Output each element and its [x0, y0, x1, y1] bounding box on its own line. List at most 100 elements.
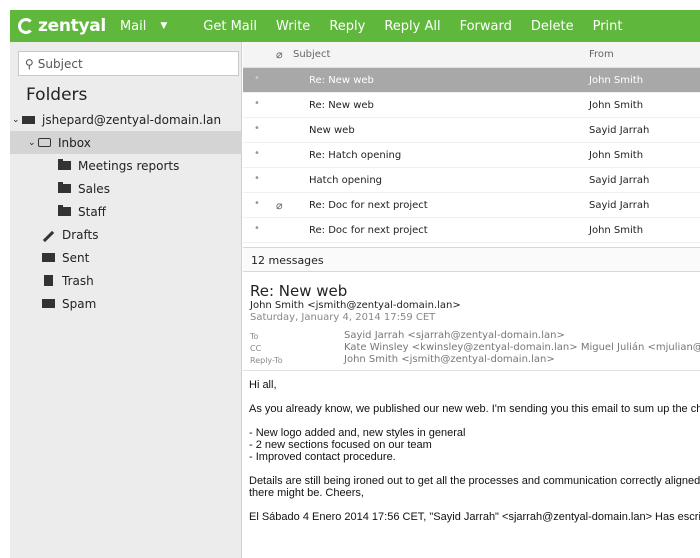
- preview-date: Saturday, January 4, 2014 17:59 CET: [250, 312, 436, 323]
- message-subject: Re: Doc for next project: [309, 200, 428, 211]
- subject-column-header[interactable]: Subject: [293, 49, 330, 60]
- cc-label: CC: [250, 344, 262, 353]
- get-mail-button[interactable]: Get Mail: [203, 19, 257, 34]
- spam-icon: [42, 299, 55, 308]
- preview-sender[interactable]: John Smith <jsmith@zentyal-domain.lan>: [250, 300, 461, 311]
- folder-label: Meetings reports: [78, 158, 180, 173]
- to-value[interactable]: Sayid Jarrah <sjarrah@zentyal-domain.lan…: [344, 330, 565, 341]
- message-from: John Smith: [589, 150, 644, 161]
- reply-all-button[interactable]: Reply All: [384, 19, 440, 34]
- app-name: Mail: [119, 18, 147, 34]
- search-input[interactable]: ⚲ Subject: [18, 51, 239, 76]
- forward-button[interactable]: Forward: [460, 19, 512, 34]
- message-subject: Re: Hatch opening: [309, 150, 402, 161]
- reply-button[interactable]: Reply: [329, 19, 365, 34]
- folder-label: Inbox: [58, 135, 91, 150]
- unread-dot-icon: •: [254, 123, 260, 134]
- body-line: - Improved contact procedure.: [249, 451, 396, 463]
- folder-icon: [58, 159, 71, 170]
- folder-label: Staff: [78, 204, 106, 219]
- unread-dot-icon: •: [254, 148, 260, 159]
- message-list: • Re: New web John Smith • Re: New web J…: [243, 68, 700, 243]
- folder-label: Sent: [62, 250, 90, 265]
- delete-button[interactable]: Delete: [531, 19, 574, 34]
- unread-dot-icon: •: [254, 198, 260, 209]
- to-label: To: [250, 332, 259, 341]
- folder-label: Trash: [62, 273, 94, 288]
- sent-icon: [42, 253, 55, 262]
- message-subject: Re: Doc for next project: [309, 225, 428, 236]
- reply-to-label: Reply-To: [250, 356, 283, 365]
- body-line: - New logo added and, new styles in gene…: [249, 427, 466, 439]
- message-preview: Re: New web John Smith <jsmith@zentyal-d…: [243, 272, 700, 558]
- attachment-column-icon[interactable]: ⌀: [276, 48, 283, 61]
- folder-inbox[interactable]: ⌄ Inbox: [10, 131, 242, 154]
- folder-label: Sales: [78, 181, 110, 196]
- brand-name: zentyal: [38, 16, 106, 36]
- message-row[interactable]: • Hatch opening Sayid Jarrah: [243, 168, 700, 193]
- brand: zentyal: [18, 16, 106, 36]
- message-from: Sayid Jarrah: [589, 175, 650, 186]
- top-toolbar: zentyal Mail ▼ Get Mail Write Reply Repl…: [10, 10, 700, 42]
- message-row[interactable]: • Re: Doc for next project John Smith: [243, 218, 700, 243]
- pencil-icon: [42, 230, 55, 242]
- message-list-header: ⌀ Subject From: [243, 42, 700, 68]
- search-icon: ⚲: [25, 56, 34, 71]
- body-line: [249, 391, 700, 403]
- reply-to-value[interactable]: John Smith <jsmith@zentyal-domain.lan>: [344, 354, 555, 365]
- body-line: [249, 415, 700, 427]
- message-from: John Smith: [589, 100, 644, 111]
- message-from: John Smith: [589, 225, 644, 236]
- app-switcher[interactable]: Mail ▼: [120, 19, 167, 34]
- folder-sent[interactable]: Sent: [10, 246, 242, 269]
- write-button[interactable]: Write: [276, 19, 310, 34]
- folder-staff[interactable]: Staff: [10, 200, 242, 223]
- message-row[interactable]: • Re: New web John Smith: [243, 68, 700, 93]
- account-row[interactable]: ⌄ jshepard@zentyal-domain.lan: [10, 108, 242, 131]
- paperclip-icon: ⌀: [276, 199, 283, 212]
- caret-down-icon: ▼: [160, 21, 168, 31]
- inbox-icon: [38, 138, 51, 147]
- folder-tree: ⌄ jshepard@zentyal-domain.lan ⌄ Inbox Me…: [10, 108, 242, 315]
- from-column-header[interactable]: From: [589, 49, 614, 60]
- unread-dot-icon: •: [254, 173, 260, 184]
- unread-dot-icon: •: [254, 73, 260, 84]
- header-divider: [243, 370, 700, 371]
- body-line: [249, 463, 700, 475]
- message-row[interactable]: • New web Sayid Jarrah: [243, 118, 700, 143]
- folder-sales[interactable]: Sales: [10, 177, 242, 200]
- message-row[interactable]: • ⌀ Re: Doc for next project Sayid Jarra…: [243, 193, 700, 218]
- message-subject: Re: New web: [309, 100, 374, 111]
- body-line: El Sábado 4 Enero 2014 17:56 CET, "Sayid…: [249, 511, 700, 523]
- folder-trash[interactable]: Trash: [10, 269, 242, 292]
- unread-dot-icon: •: [254, 223, 260, 234]
- message-count: 12 messages: [243, 247, 700, 272]
- message-subject: Re: New web: [309, 75, 374, 86]
- folder-drafts[interactable]: Drafts: [10, 223, 242, 246]
- message-from: Sayid Jarrah: [589, 200, 650, 211]
- folder-meetings-reports[interactable]: Meetings reports: [10, 154, 242, 177]
- cc-value[interactable]: Kate Winsley <kwinsley@zentyal-domain.la…: [344, 342, 700, 353]
- sidebar: ⚲ Subject Folders ⌄ jshepard@zentyal-dom…: [10, 42, 242, 558]
- message-row[interactable]: • Re: Hatch opening John Smith: [243, 143, 700, 168]
- message-row[interactable]: • Re: New web John Smith: [243, 93, 700, 118]
- chevron-down-icon: ⌄: [12, 114, 20, 125]
- preview-subject: Re: New web: [250, 282, 348, 300]
- message-subject: New web: [309, 125, 355, 136]
- folder-icon: [58, 205, 71, 216]
- mail-icon: [22, 115, 35, 124]
- account-label: jshepard@zentyal-domain.lan: [42, 112, 222, 127]
- folder-label: Drafts: [62, 227, 99, 242]
- search-placeholder: Subject: [37, 56, 83, 71]
- body-line: As you already know, we published our ne…: [249, 403, 700, 415]
- trash-icon: [44, 275, 53, 286]
- chevron-down-icon: ⌄: [28, 137, 36, 148]
- message-subject: Hatch opening: [309, 175, 383, 186]
- folders-title: Folders: [26, 85, 88, 105]
- message-body: Hi all, As you already know, we publishe…: [249, 379, 700, 523]
- message-from: John Smith: [589, 75, 644, 86]
- folder-label: Spam: [62, 296, 97, 311]
- print-button[interactable]: Print: [593, 19, 623, 34]
- folder-spam[interactable]: Spam: [10, 292, 242, 315]
- zentyal-logo-icon: [18, 18, 34, 34]
